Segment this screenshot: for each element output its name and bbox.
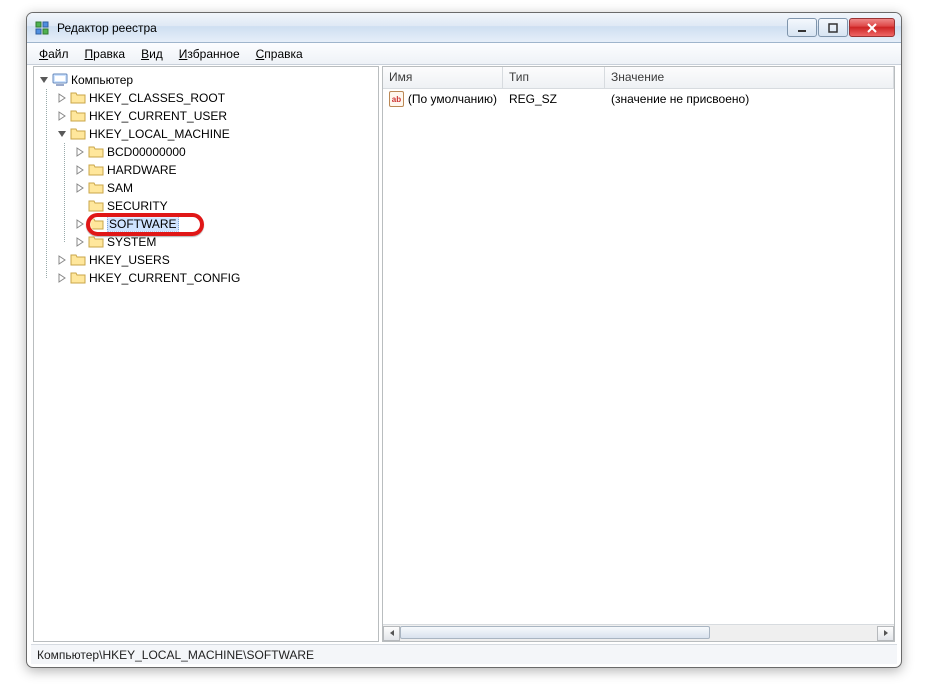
menu-help[interactable]: Справка xyxy=(248,45,311,63)
column-header-type[interactable]: Тип xyxy=(503,67,605,88)
minimize-button[interactable] xyxy=(787,18,817,37)
expand-icon[interactable] xyxy=(74,218,86,230)
folder-icon xyxy=(88,234,104,250)
tree-label: HKEY_CURRENT_CONFIG xyxy=(89,271,246,285)
menubar: Файл Правка Вид Избранное Справка xyxy=(27,43,901,65)
tree-label: HKEY_LOCAL_MACHINE xyxy=(89,127,236,141)
column-header-name[interactable]: Имя xyxy=(383,67,503,88)
tree-label: SOFTWARE xyxy=(107,216,179,232)
tree-item-hkcc[interactable]: HKEY_CURRENT_CONFIG xyxy=(56,269,378,287)
expand-icon[interactable] xyxy=(74,236,86,248)
titlebar[interactable]: Редактор реестра xyxy=(27,13,901,43)
tree-item-security[interactable]: SECURITY xyxy=(74,197,378,215)
statusbar-path: Компьютер\HKEY_LOCAL_MACHINE\SOFTWARE xyxy=(37,648,314,662)
folder-icon xyxy=(70,252,86,268)
scroll-thumb[interactable] xyxy=(400,626,710,639)
list-body[interactable]: ab (По умолчанию) REG_SZ (значение не пр… xyxy=(383,89,894,624)
computer-icon xyxy=(52,72,68,88)
menu-view[interactable]: Вид xyxy=(133,45,171,63)
tree-label: SYSTEM xyxy=(107,235,162,249)
tree-item-hkcr[interactable]: HKEY_CLASSES_ROOT xyxy=(56,89,378,107)
tree-label: HKEY_CLASSES_ROOT xyxy=(89,91,231,105)
tree-item-software[interactable]: SOFTWARE xyxy=(74,215,378,233)
client-area: Компьютер HKEY_CLASSES_ROOT HKEY_CURRENT… xyxy=(32,65,896,643)
menu-file[interactable]: Файл xyxy=(31,45,77,63)
folder-icon xyxy=(88,180,104,196)
tree-item-hardware[interactable]: HARDWARE xyxy=(74,161,378,179)
scroll-track[interactable] xyxy=(400,626,877,641)
window-title: Редактор реестра xyxy=(57,21,157,35)
registry-tree: Компьютер HKEY_CLASSES_ROOT HKEY_CURRENT… xyxy=(34,67,378,291)
expand-icon[interactable] xyxy=(74,182,86,194)
value-data: (значение не присвоено) xyxy=(605,92,894,106)
value-type: REG_SZ xyxy=(503,92,605,106)
tree-item-computer[interactable]: Компьютер xyxy=(38,71,378,89)
list-header: Имя Тип Значение xyxy=(383,67,894,89)
maximize-button[interactable] xyxy=(818,18,848,37)
tree-label: HKEY_CURRENT_USER xyxy=(89,109,233,123)
value-name: (По умолчанию) xyxy=(408,92,497,106)
collapse-icon[interactable] xyxy=(38,74,50,86)
scroll-left-button[interactable] xyxy=(383,626,400,641)
menu-edit[interactable]: Правка xyxy=(77,45,134,63)
folder-icon xyxy=(88,198,104,214)
string-value-icon: ab xyxy=(389,91,404,107)
column-header-value[interactable]: Значение xyxy=(605,67,894,88)
tree-item-hklm[interactable]: HKEY_LOCAL_MACHINE xyxy=(56,125,378,143)
tree-item-hkcu[interactable]: HKEY_CURRENT_USER xyxy=(56,107,378,125)
folder-icon xyxy=(70,90,86,106)
expand-icon[interactable] xyxy=(56,254,68,266)
folder-icon xyxy=(88,162,104,178)
folder-icon xyxy=(70,108,86,124)
folder-icon xyxy=(70,126,86,142)
tree-label: HKEY_USERS xyxy=(89,253,176,267)
scroll-right-button[interactable] xyxy=(877,626,894,641)
statusbar: Компьютер\HKEY_LOCAL_MACHINE\SOFTWARE xyxy=(31,644,897,664)
expand-icon[interactable] xyxy=(56,92,68,104)
tree-panel[interactable]: Компьютер HKEY_CLASSES_ROOT HKEY_CURRENT… xyxy=(33,66,379,642)
tree-label: SAM xyxy=(107,181,139,195)
expand-icon[interactable] xyxy=(74,146,86,158)
expand-icon[interactable] xyxy=(56,272,68,284)
tree-item-bcd[interactable]: BCD00000000 xyxy=(74,143,378,161)
tree-label: Компьютер xyxy=(71,73,139,87)
tree-label: SECURITY xyxy=(107,199,174,213)
tree-item-sam[interactable]: SAM xyxy=(74,179,378,197)
app-icon xyxy=(35,20,51,36)
window: Редактор реестра Файл Правка Вид Избранн… xyxy=(26,12,902,668)
horizontal-scrollbar[interactable] xyxy=(383,624,894,641)
folder-icon xyxy=(88,216,104,232)
menu-favorites[interactable]: Избранное xyxy=(171,45,248,63)
tree-item-system[interactable]: SYSTEM xyxy=(74,233,378,251)
folder-icon xyxy=(88,144,104,160)
folder-icon xyxy=(70,270,86,286)
collapse-icon[interactable] xyxy=(56,128,68,140)
tree-label: BCD00000000 xyxy=(107,145,192,159)
tree-label: HARDWARE xyxy=(107,163,183,177)
values-panel: Имя Тип Значение ab (По умолчанию) REG_S… xyxy=(382,66,895,642)
expand-icon[interactable] xyxy=(74,164,86,176)
expand-icon[interactable] xyxy=(56,110,68,122)
close-button[interactable] xyxy=(849,18,895,37)
list-row[interactable]: ab (По умолчанию) REG_SZ (значение не пр… xyxy=(383,89,894,107)
tree-item-hku[interactable]: HKEY_USERS xyxy=(56,251,378,269)
